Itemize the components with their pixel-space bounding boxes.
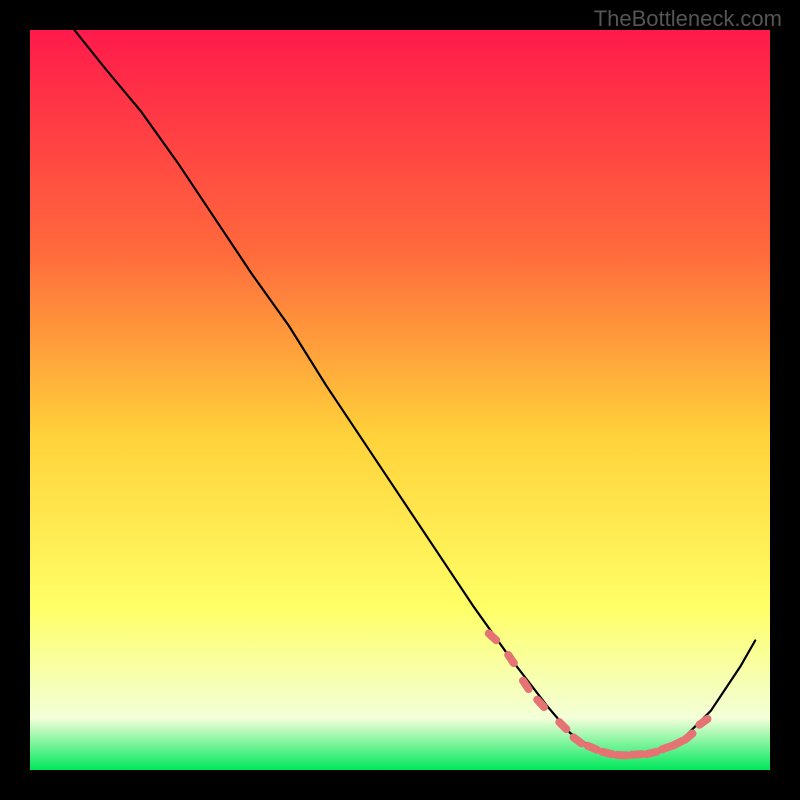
watermark-text: TheBottleneck.com — [594, 6, 782, 32]
highlight-dot — [699, 719, 707, 725]
chart-svg — [0, 0, 800, 800]
highlight-dot — [685, 734, 693, 740]
highlight-dot — [523, 681, 529, 689]
highlight-dot — [632, 754, 642, 755]
chart-container: TheBottleneck.com — [0, 0, 800, 800]
highlight-dot — [537, 700, 544, 707]
highlight-dot — [647, 752, 657, 754]
highlight-dot — [508, 655, 514, 663]
highlight-dot — [489, 633, 496, 640]
highlight-dot — [559, 722, 566, 729]
highlight-dot — [588, 746, 597, 750]
highlight-dot — [673, 741, 682, 746]
highlight-dot — [574, 737, 582, 743]
highlight-dot — [602, 752, 612, 754]
plot-background — [30, 30, 770, 770]
